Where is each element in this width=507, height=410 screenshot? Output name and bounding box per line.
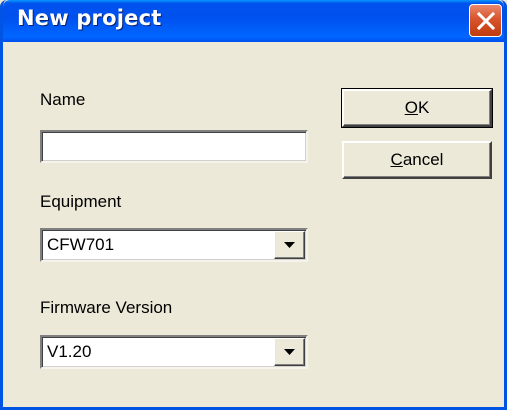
cancel-mnemonic: C [390, 150, 403, 169]
close-button[interactable] [469, 4, 502, 37]
cancel-label-rest: ancel [402, 150, 444, 169]
new-project-dialog: New project Name Equipment CFW701 Firmwa… [0, 0, 507, 410]
cancel-button[interactable]: Cancel [342, 141, 492, 179]
cancel-button-label: Cancel [344, 143, 490, 177]
firmware-dropdown-button[interactable] [274, 338, 305, 366]
chevron-down-icon [284, 242, 295, 248]
equipment-dropdown-button[interactable] [274, 231, 305, 259]
close-icon [477, 12, 495, 30]
firmware-version-select-value: V1.20 [47, 342, 92, 361]
chevron-down-icon [284, 349, 295, 355]
firmware-version-label: Firmware Version [40, 298, 173, 317]
name-label: Name [40, 90, 86, 109]
firmware-version-select[interactable]: V1.20 [40, 335, 308, 369]
dialog-body: Name Equipment CFW701 Firmware Version V… [3, 42, 504, 407]
name-input[interactable] [40, 130, 308, 163]
ok-button-label: OK [344, 91, 490, 125]
ok-button[interactable]: OK [341, 88, 493, 128]
equipment-label: Equipment [40, 192, 122, 211]
ok-label-rest: K [417, 98, 430, 117]
window-title: New project [17, 6, 162, 30]
equipment-select-value: CFW701 [47, 235, 115, 254]
ok-mnemonic: O [404, 98, 418, 117]
title-bar[interactable]: New project [3, 0, 504, 42]
equipment-select[interactable]: CFW701 [40, 228, 308, 262]
